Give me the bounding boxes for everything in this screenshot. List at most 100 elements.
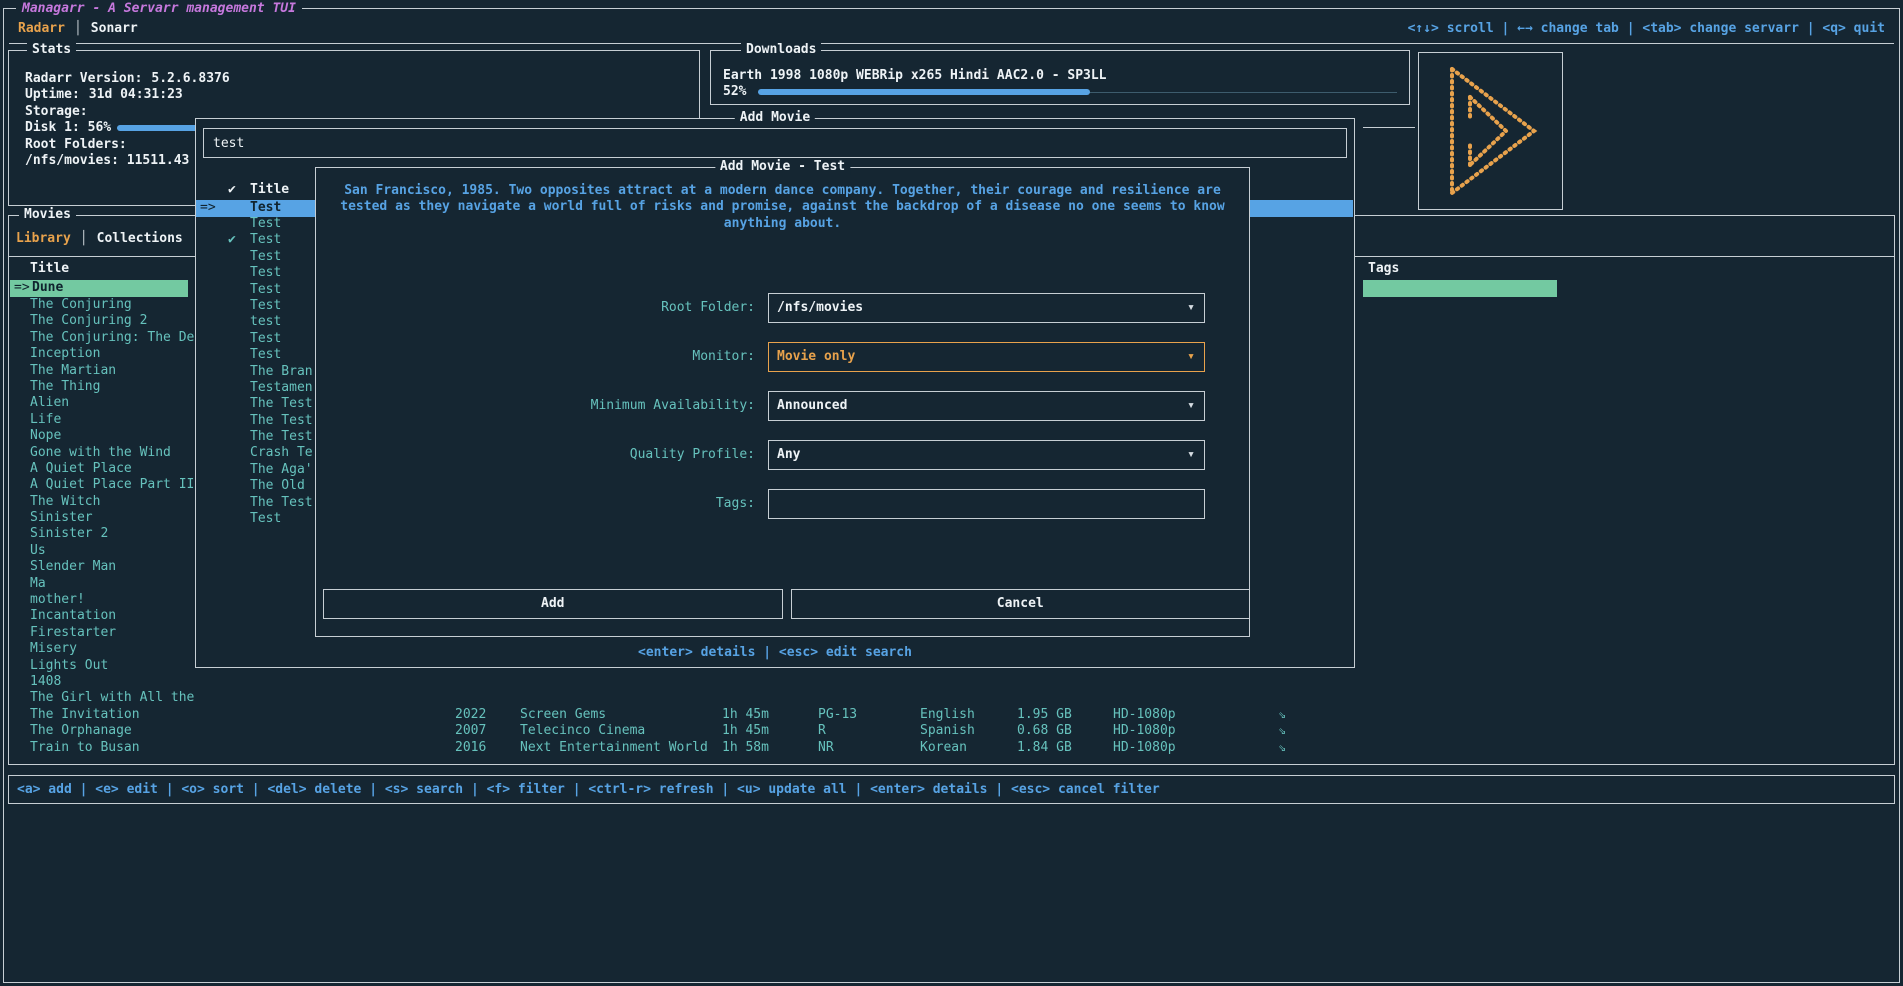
tab-library[interactable]: Library [16, 231, 71, 246]
result-row[interactable]: ✔ The Test [196, 413, 314, 429]
certification-cell: R [818, 723, 826, 739]
movie-row[interactable]: The Thing [30, 379, 195, 395]
form-field: Minimum Availability: Announced ▾ [315, 391, 1250, 421]
movie-row[interactable]: Inception [30, 346, 195, 362]
result-row[interactable]: ✔ Test [196, 511, 314, 527]
movie-row[interactable]: Incantation [30, 608, 195, 624]
result-row[interactable]: ✔ Test [196, 298, 314, 314]
result-title: Test [250, 265, 281, 281]
result-row[interactable]: ✔ The Aga' [196, 462, 314, 478]
selection-arrow: => [200, 200, 216, 216]
app-title: Managarr - A Servarr management TUI [16, 1, 302, 17]
field-select[interactable]: Announced ▾ [768, 391, 1205, 421]
movie-row[interactable]: Us [30, 543, 195, 559]
movie-detail-row[interactable]: 2016 Next Entertainment World 1h 58m NR … [0, 740, 1903, 756]
studio-cell: Next Entertainment World [520, 740, 708, 756]
result-row[interactable]: ✔ Test [196, 265, 314, 281]
result-row[interactable]: ✔ The Test [196, 429, 314, 445]
add-button[interactable]: Add [323, 589, 783, 619]
result-row[interactable]: ✔ The Test [196, 495, 314, 511]
movie-row[interactable]: The Girl with All the [30, 690, 195, 706]
year-cell: 2016 [455, 740, 486, 756]
year-cell: 2007 [455, 723, 486, 739]
movie-row[interactable]: The Conjuring 2 [30, 313, 195, 329]
movie-row[interactable]: The Martian [30, 363, 195, 379]
language-cell: Spanish [920, 723, 975, 739]
dropdown-arrow-icon: ▾ [1187, 441, 1195, 469]
download-item[interactable]: Earth 1998 1080p WEBRip x265 Hindi AAC2.… [723, 68, 1401, 84]
movie-row[interactable]: Sinister [30, 510, 195, 526]
movie-row[interactable]: Gone with the Wind [30, 445, 195, 461]
size-cell: 1.95 GB [1017, 707, 1072, 723]
form-field: Monitor: Movie only ▾ [315, 342, 1250, 372]
selected-movie-row[interactable]: => Dune [10, 280, 188, 297]
movies-title: Movies [19, 207, 76, 223]
quality-cell: HD-1080p [1113, 740, 1176, 756]
uptime-value: 31d 04:31:23 [89, 87, 183, 102]
field-value: /nfs/movies [777, 294, 863, 322]
movie-row[interactable]: 1408 [30, 674, 195, 690]
result-row[interactable]: ✔ Test [196, 232, 314, 248]
result-title: The Aga' [250, 462, 313, 478]
result-row[interactable]: ✔ test [196, 314, 314, 330]
tab-radarr[interactable]: Radarr [18, 21, 65, 36]
movie-row[interactable]: Sinister 2 [30, 526, 195, 542]
field-select[interactable]: Any ▾ [768, 440, 1205, 470]
result-row[interactable]: ✔ Test [196, 216, 314, 232]
movie-row[interactable]: Ma [30, 576, 195, 592]
result-title: Test [250, 232, 281, 248]
result-row[interactable]: ✔ Test [196, 249, 314, 265]
movie-row[interactable]: Nope [30, 428, 195, 444]
result-title: Test [250, 249, 281, 265]
movie-row[interactable]: Lights Out [30, 658, 195, 674]
movie-row[interactable]: A Quiet Place Part II [30, 477, 195, 493]
form-field: Root Folder: /nfs/movies ▾ [315, 293, 1250, 323]
tab-divider: │ [80, 231, 88, 246]
movie-detail-row[interactable]: 2007 Telecinco Cinema 1h 45m R Spanish 0… [0, 723, 1903, 739]
runtime-cell: 1h 45m [722, 723, 769, 739]
movie-row[interactable]: Alien [30, 395, 195, 411]
result-row[interactable]: ✔ The Bran [196, 364, 314, 380]
result-row[interactable]: ✔ The Test [196, 396, 314, 412]
movie-row[interactable]: Life [30, 412, 195, 428]
movie-row[interactable]: A Quiet Place [30, 461, 195, 477]
movie-row[interactable]: mother! [30, 592, 195, 608]
field-label: Root Folder: [315, 293, 755, 323]
uptime-label: Uptime: [25, 87, 80, 102]
result-title: Test [250, 511, 281, 527]
movie-row[interactable]: The Conjuring: The De [30, 330, 195, 346]
movie-row[interactable]: Misery [30, 641, 195, 657]
downloads-body: Earth 1998 1080p WEBRip x265 Hindi AAC2.… [723, 68, 1401, 101]
movie-row[interactable]: The Witch [30, 494, 195, 510]
field-select[interactable] [768, 489, 1205, 519]
language-cell: Korean [920, 740, 967, 756]
movies-title-header: Title [30, 261, 69, 277]
field-label: Monitor: [315, 342, 755, 372]
result-title: The Test [250, 413, 313, 429]
bottom-keybinds-bar: <a> add | <e> edit | <o> sort | <del> de… [8, 775, 1895, 804]
field-select[interactable]: /nfs/movies ▾ [768, 293, 1205, 323]
movie-row[interactable]: The Conjuring [30, 297, 195, 313]
studio-cell: Screen Gems [520, 707, 606, 723]
tab-collections[interactable]: Collections [97, 231, 183, 246]
movie-detail-row[interactable]: 2022 Screen Gems 1h 45m PG-13 English 1.… [0, 707, 1903, 723]
result-title: The Old [250, 478, 305, 494]
field-select[interactable]: Movie only ▾ [768, 342, 1205, 372]
add-movie-search-input[interactable] [203, 128, 1347, 158]
cancel-button[interactable]: Cancel [791, 589, 1251, 619]
movie-row[interactable]: Firestarter [30, 625, 195, 641]
result-title: Test [250, 282, 281, 298]
result-row[interactable]: ✔ Test [196, 282, 314, 298]
result-row[interactable]: ✔ Test [196, 331, 314, 347]
result-row[interactable]: ✔ Testamen [196, 380, 314, 396]
result-row[interactable]: ✔ Crash Te [196, 445, 314, 461]
uptime-row: Uptime: 31d 04:31:23 [25, 87, 691, 103]
result-row[interactable]: ✔ Test [196, 347, 314, 363]
logo-panel [1418, 52, 1563, 210]
movie-row[interactable]: Slender Man [30, 559, 195, 575]
movies-tabs: Library │ Collections [16, 231, 183, 247]
tab-sonarr[interactable]: Sonarr [91, 21, 138, 36]
field-value: Any [777, 441, 800, 469]
result-row[interactable]: ✔ The Old [196, 478, 314, 494]
result-title: The Test [250, 396, 313, 412]
